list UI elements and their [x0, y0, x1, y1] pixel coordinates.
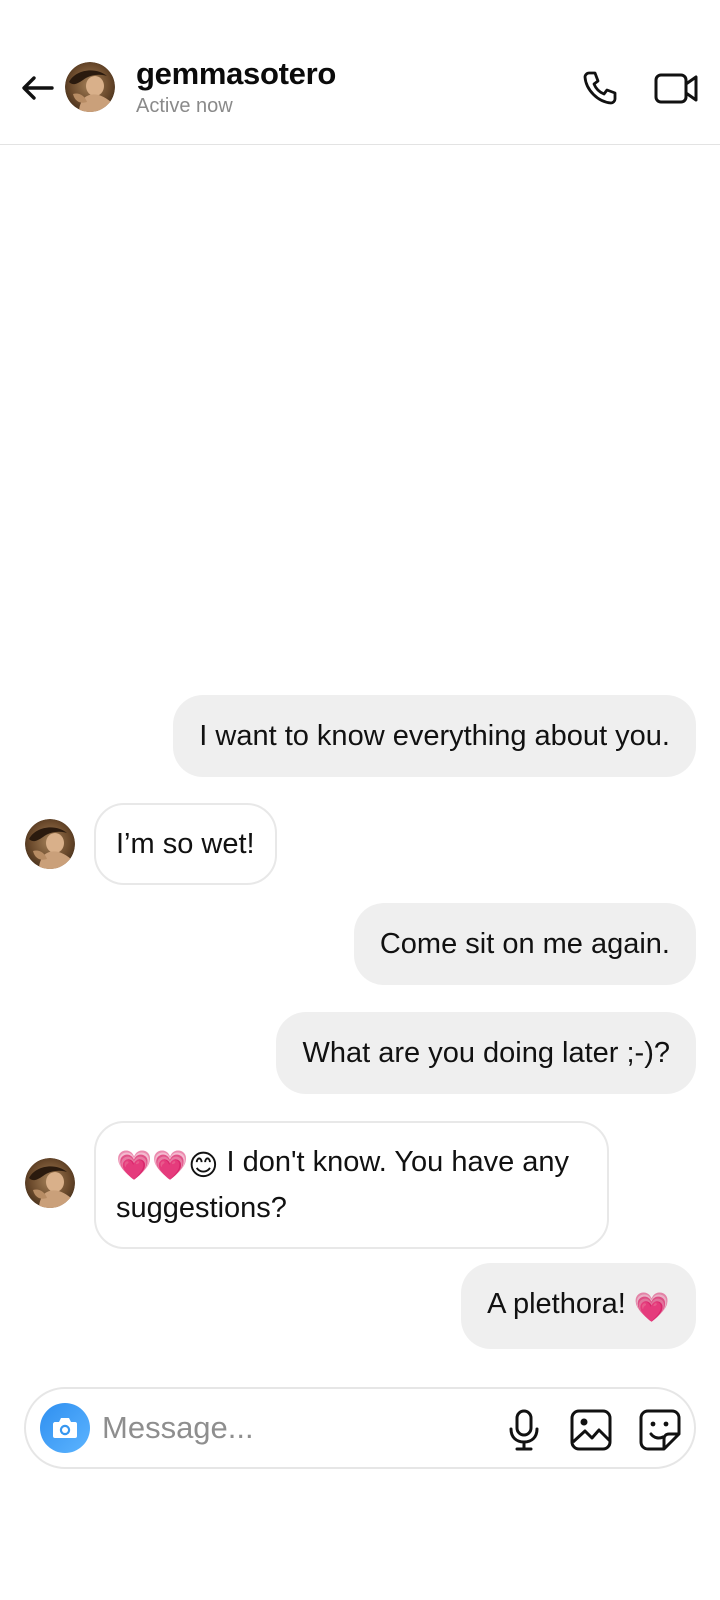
heart-emoji: 💗 [633, 1292, 670, 1324]
camera-icon [53, 1418, 77, 1438]
message-composer [24, 1387, 696, 1469]
message-text: A plethora! [487, 1288, 634, 1320]
contact-username[interactable]: gemmasotero [136, 56, 336, 92]
message-outgoing[interactable]: I want to know everything about you. [173, 695, 696, 777]
back-button[interactable] [18, 68, 58, 108]
voice-message-button[interactable] [504, 1408, 544, 1452]
sticker-icon [639, 1409, 681, 1451]
image-icon [570, 1409, 612, 1451]
contact-avatar[interactable] [65, 62, 115, 112]
contact-avatar-small[interactable] [25, 1158, 75, 1208]
video-call-button[interactable] [654, 68, 700, 108]
message-input[interactable] [102, 1403, 482, 1453]
gallery-button[interactable] [569, 1408, 613, 1452]
microphone-icon [509, 1409, 539, 1451]
message-outgoing[interactable]: A plethora! 💗 [461, 1263, 696, 1349]
active-status: Active now [136, 95, 233, 117]
message-text-continued: suggestions? [116, 1192, 287, 1224]
chat-header: gemmasotero Active now [0, 0, 720, 145]
message-incoming[interactable]: 💗💗😊 I don't know. You have any suggestio… [94, 1121, 609, 1249]
arrow-left-icon [22, 76, 54, 100]
contact-avatar-small[interactable] [25, 819, 75, 869]
heart-emoji-group: 💗💗😊 [116, 1150, 219, 1182]
video-camera-icon [654, 73, 698, 104]
sticker-button[interactable] [638, 1408, 682, 1452]
message-incoming[interactable]: I’m so wet! [94, 803, 277, 885]
message-outgoing[interactable]: Come sit on me again. [353, 903, 696, 985]
phone-icon [583, 71, 617, 105]
voice-call-button[interactable] [580, 68, 620, 108]
camera-button[interactable] [40, 1403, 90, 1453]
message-outgoing[interactable]: What are you doing later ;-)? [276, 1012, 696, 1094]
message-text: I don't know. You have any [218, 1146, 570, 1178]
